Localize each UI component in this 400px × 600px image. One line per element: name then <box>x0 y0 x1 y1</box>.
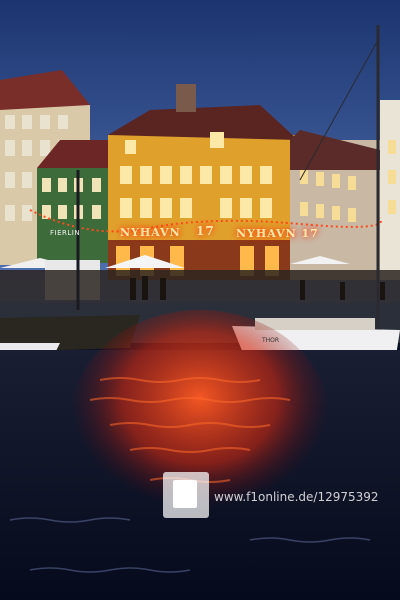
watermark-url: www.f1online.de/12975392 <box>214 490 379 504</box>
boat-name-label: THOR <box>262 337 280 344</box>
neon-sign-right: NYHAVN 17 <box>236 227 319 240</box>
neon-sign-left: NYHAVN <box>120 226 181 239</box>
photo-scene: FIERLIN NYHAVN 17 NYHAVN 17 THOR www.f1o… <box>0 0 400 600</box>
watermark-logo-icon <box>173 480 197 508</box>
green-building <box>37 140 112 263</box>
neon-sign-number: 17 <box>196 224 215 238</box>
watermark-logo <box>163 472 209 518</box>
shop-sign: FIERLIN <box>50 229 81 237</box>
sailboat-cabin <box>255 318 375 330</box>
